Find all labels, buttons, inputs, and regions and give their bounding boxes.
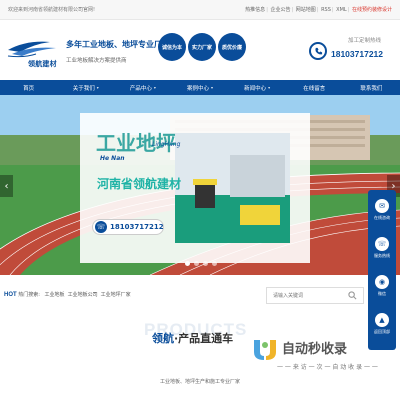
- watermark-subtitle: 一 一 来 访 一 次 一 自 动 收 录 一 一: [277, 364, 378, 371]
- nav-item-label: 新闻中心: [244, 85, 267, 92]
- float-item-label: 服务热线: [374, 253, 390, 258]
- products-heading-brand: 领航: [152, 332, 174, 345]
- chevron-down-icon: ▾: [268, 85, 271, 90]
- nav-item-label: 关于我们: [72, 85, 95, 92]
- nav-item-5[interactable]: 在线留言: [286, 80, 343, 95]
- phone-label: 加工定制热线: [348, 38, 382, 44]
- hot-label: 热门搜索:: [18, 292, 40, 298]
- hot-keyword-link[interactable]: 工业地板: [45, 292, 65, 298]
- chevron-down-icon: ▾: [210, 85, 213, 90]
- slide-dot[interactable]: [212, 261, 217, 266]
- products-heading-text: ·产品直通车: [174, 332, 234, 345]
- phone-icon: ☏: [375, 237, 389, 251]
- banner-phone-number: 18103717212: [110, 223, 164, 231]
- nav-item-3[interactable]: 案例中心 ▾: [171, 80, 228, 95]
- slide-dot[interactable]: [203, 261, 208, 266]
- nav-item-0[interactable]: 首页: [0, 80, 57, 95]
- badge-quality: 质优价廉: [218, 33, 246, 61]
- welcome-text: 欢迎来到河南省领航建材有限公司官网!: [8, 7, 96, 13]
- banner-phone-icon: ☏: [95, 221, 107, 233]
- products-heading: 领航·产品直通车: [152, 330, 233, 346]
- banner-pinyin-left: He Nan: [100, 155, 125, 162]
- nav-item-label: 产品中心: [129, 85, 152, 92]
- chat-icon: ✉: [375, 199, 389, 213]
- float-item-label: 在线咨询: [374, 215, 390, 220]
- phone-icon: [309, 42, 327, 60]
- hot-keywords: HOT 热门搜索: 工业地板 工业地板公司 工业地坪厂家: [4, 291, 131, 298]
- chevron-down-icon: ▾: [96, 85, 99, 90]
- company-logo[interactable]: 领航建材: [6, 36, 64, 68]
- nav-item-label: 在线留言: [303, 85, 326, 92]
- nav-item-label: 案例中心: [186, 85, 209, 92]
- hot-keyword-link[interactable]: 工业地板公司: [68, 292, 98, 298]
- slide-dot[interactable]: [185, 261, 190, 266]
- search-icon[interactable]: [348, 291, 357, 300]
- products-section: PRODUCTS 领航·产品直通车 工业地板、地坪生产和施工专业厂家: [0, 318, 400, 400]
- top-link-notice[interactable]: 企业公告: [270, 7, 290, 13]
- top-link-hot[interactable]: 热推信息: [245, 7, 265, 13]
- main-nav: 首页 关于我们 ▾ 产品中心 ▾ 案例中心 ▾ 新闻中心 ▾ 在线留言 联系我们: [0, 80, 400, 95]
- top-link-booking[interactable]: 在线预约装修设计: [352, 7, 392, 13]
- banner-pinyin-right: LingHang: [152, 141, 181, 148]
- banner-artwork: [0, 95, 400, 275]
- slogan: 多年工业地板、地坪专业厂家 工业地板解决方案提供商: [66, 39, 170, 64]
- hot-keyword-link[interactable]: 工业地坪厂家: [101, 292, 131, 298]
- nav-item-2[interactable]: 产品中心 ▾: [114, 80, 171, 95]
- products-subtitle: 工业地板、地坪生产和施工专业厂家: [160, 379, 241, 385]
- chevron-down-icon: ▾: [153, 85, 156, 90]
- site-header: 领航建材 多年工业地板、地坪专业厂家 工业地板解决方案提供商 诚信为本 实力厂家…: [0, 20, 400, 75]
- slide-indicators: [185, 261, 217, 266]
- watermark-logo-icon: [254, 340, 276, 360]
- phone-number: 18103717212: [331, 49, 384, 59]
- badge-integrity: 诚信为本: [158, 33, 186, 61]
- float-item-1[interactable]: ☏ 服务热线: [368, 234, 396, 266]
- hot-prefix: HOT: [4, 292, 17, 298]
- top-links: 热推信息| 企业公告| 网站地图| RSS| XML| 在线预约装修设计: [245, 7, 392, 13]
- nav-item-label: 首页: [23, 85, 35, 92]
- banner-company: 河南省领航建材: [97, 177, 182, 191]
- top-link-sitemap[interactable]: 网站地图: [296, 7, 316, 13]
- slide-dot[interactable]: [194, 261, 199, 266]
- hot-search-bar: HOT 热门搜索: 工业地板 工业地板公司 工业地坪厂家: [0, 284, 400, 308]
- slogan-title: 多年工业地板、地坪专业厂家: [66, 40, 170, 49]
- nav-item-6[interactable]: 联系我们: [343, 80, 400, 95]
- top-link-xml[interactable]: XML: [336, 7, 347, 13]
- hero-banner: ‹ › 工业地坪 He Nan LingHang 河南省领航建材 ☏ 18103…: [0, 95, 400, 275]
- banner-phone-pill: ☏ 18103717212: [92, 219, 164, 235]
- nav-item-1[interactable]: 关于我们 ▾: [57, 80, 114, 95]
- slogan-subtitle: 工业地板解决方案提供商: [66, 58, 127, 64]
- search-box: [266, 287, 364, 304]
- banner-prev-button[interactable]: ‹: [0, 175, 13, 197]
- logo-text: 领航建材: [28, 61, 57, 68]
- search-input[interactable]: [273, 291, 343, 301]
- nav-item-4[interactable]: 新闻中心 ▾: [229, 80, 286, 95]
- watermark-title: 自动秒收录: [282, 342, 348, 357]
- top-link-rss[interactable]: RSS: [321, 7, 331, 13]
- top-bar: 欢迎来到河南省领航建材有限公司官网! 热推信息| 企业公告| 网站地图| RSS…: [0, 0, 400, 20]
- nav-item-label: 联系我们: [360, 85, 383, 92]
- badge-strength: 实力厂家: [188, 33, 216, 61]
- float-item-0[interactable]: ✉ 在线咨询: [368, 196, 396, 228]
